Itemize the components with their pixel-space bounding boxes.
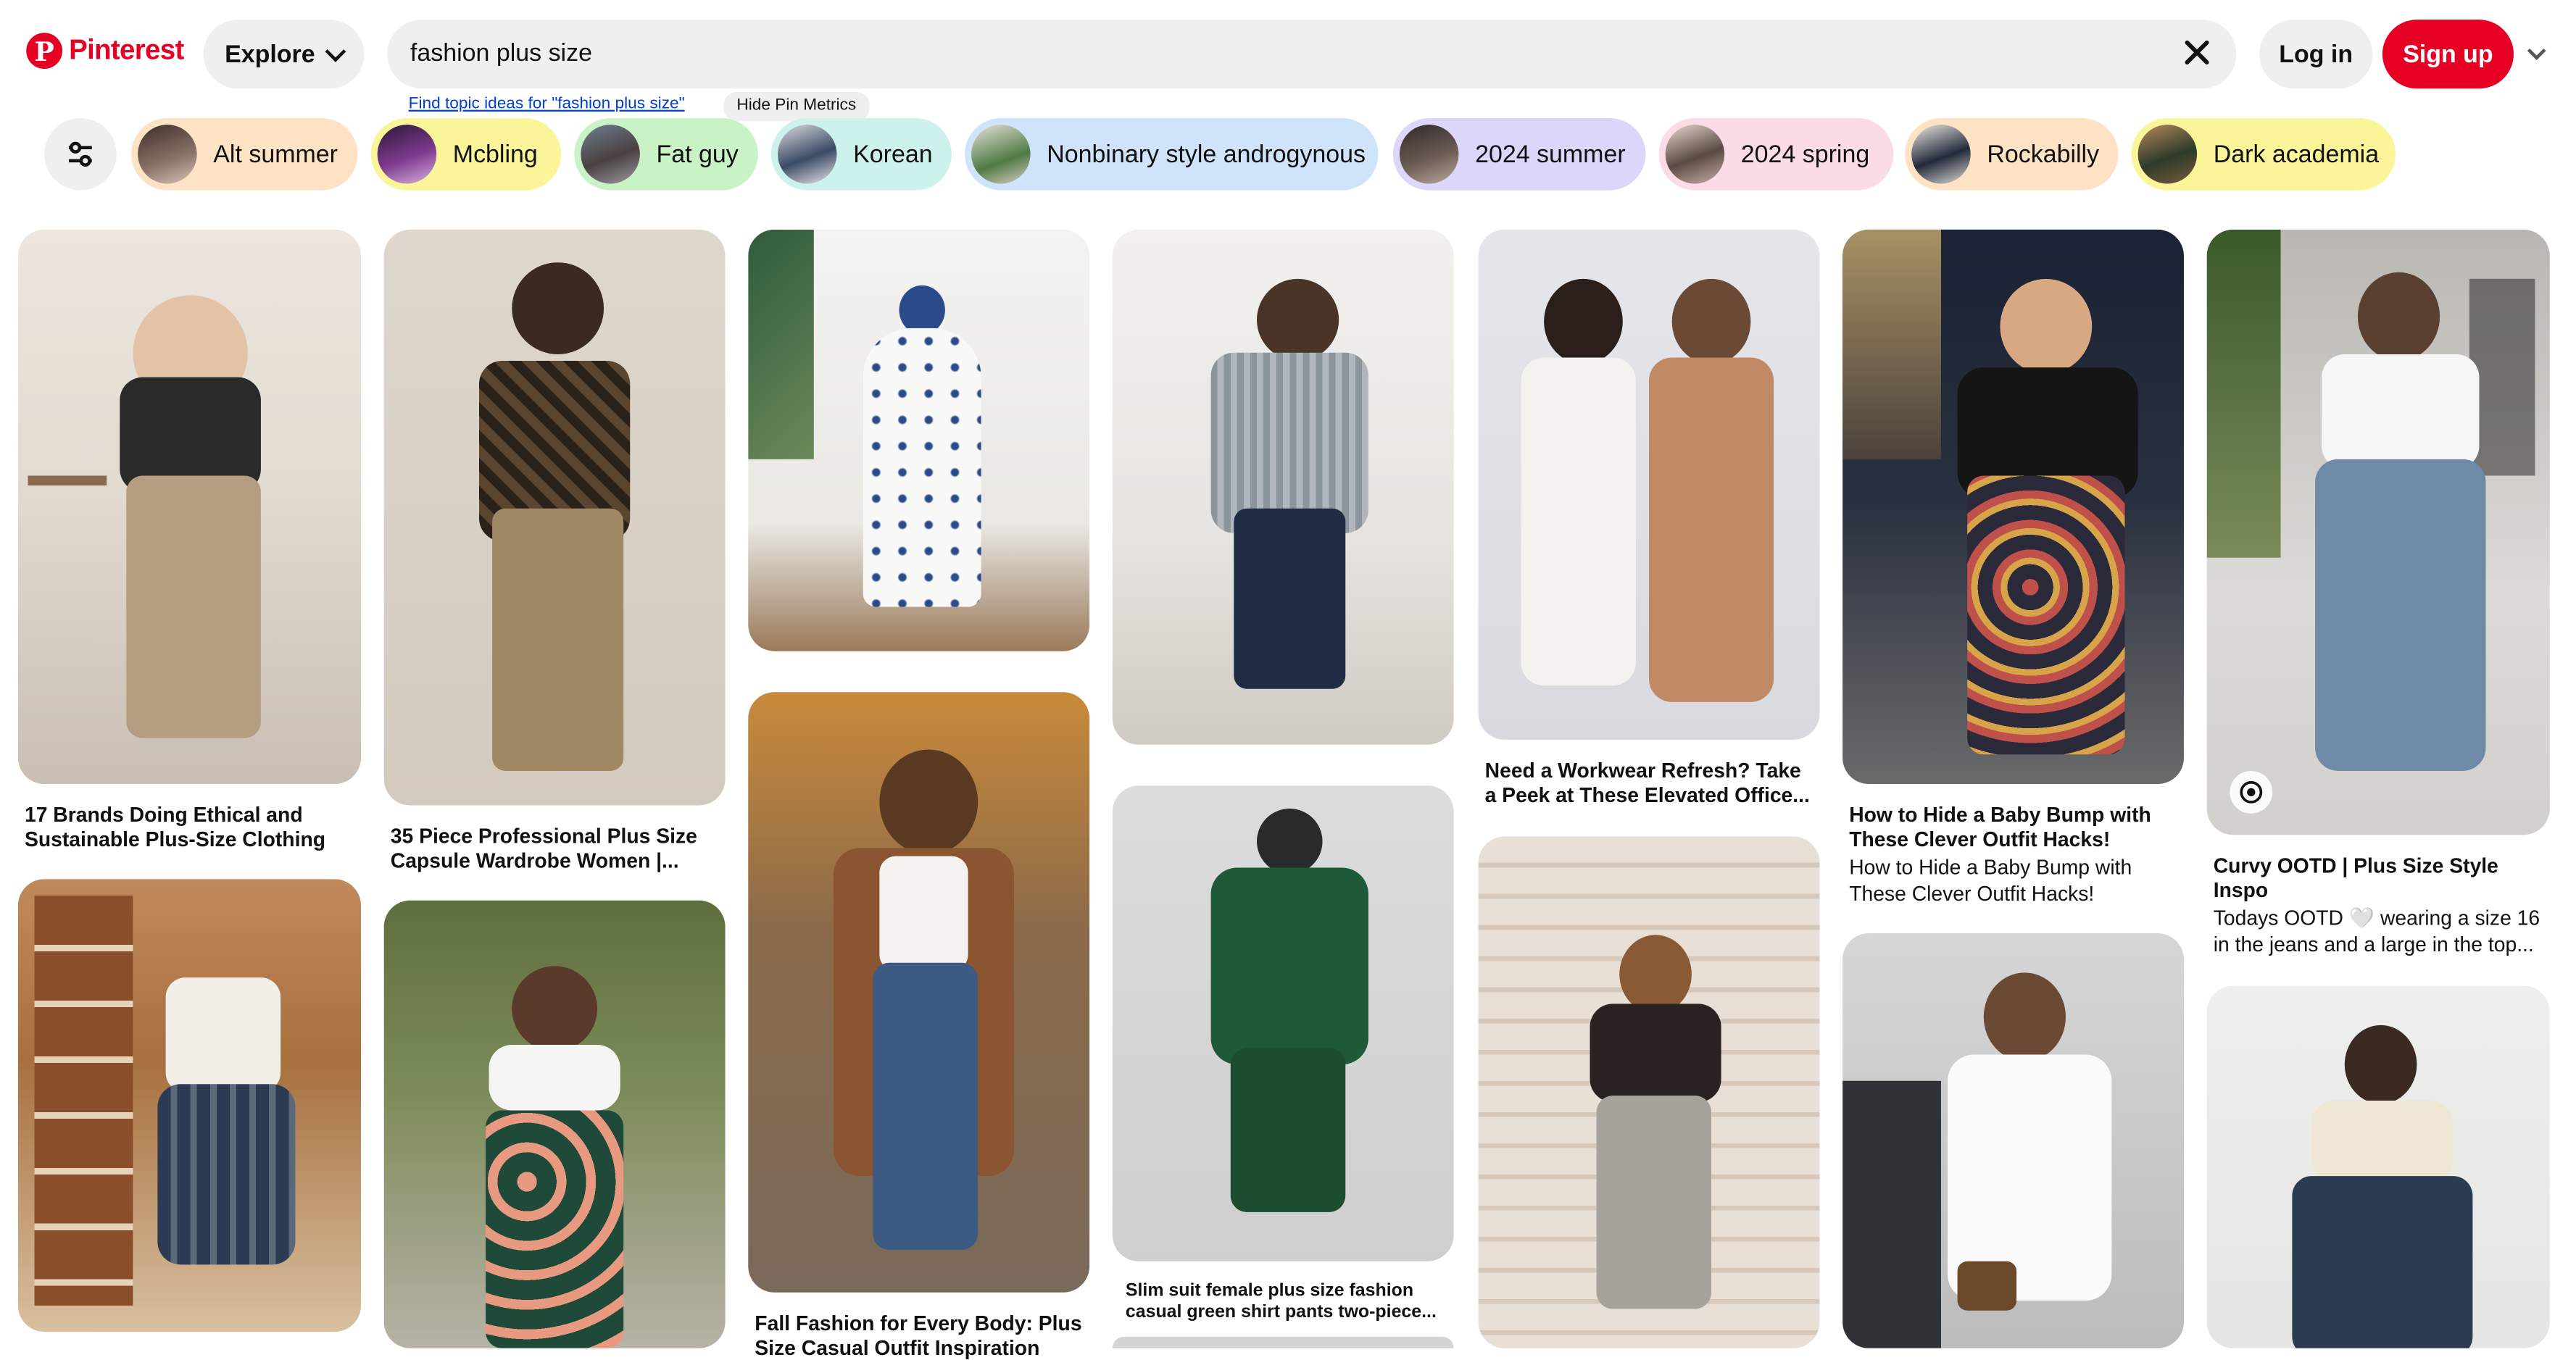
pin-image[interactable] [1842, 933, 2184, 1348]
chip-thumbnail [138, 125, 197, 184]
chip-alt-summer[interactable]: Alt summer [131, 117, 358, 191]
chip-thumbnail [377, 125, 437, 184]
filter-sliders-icon [69, 141, 92, 167]
chip-dark-academia[interactable]: Dark academia [2131, 117, 2396, 191]
pinterest-logo[interactable]: P Pinterest [26, 33, 184, 70]
topic-ideas-link[interactable]: Find topic ideas for "fashion plus size" [409, 95, 685, 113]
chip-label: Nonbinary style androgynous [1047, 140, 1366, 169]
pin-title[interactable]: Curvy OOTD | Plus Size Style Inspo [2214, 854, 2542, 902]
chip-thumbnail [777, 125, 837, 184]
hide-pin-metrics-button[interactable]: Hide Pin Metrics [723, 91, 870, 122]
pin-image[interactable] [748, 692, 1090, 1293]
chip-thumbnail [581, 125, 640, 184]
chevron-down-icon [325, 40, 346, 62]
explore-label: Explore [225, 40, 315, 68]
chip-thumbnail [1911, 125, 1971, 184]
chip-thumbnail [1399, 125, 1459, 184]
pin-image[interactable] [1478, 836, 1820, 1348]
login-button[interactable]: Log in [2259, 20, 2373, 89]
chip-label: Fat guy [656, 140, 739, 169]
pin-title[interactable]: Need a Workwear Refresh? Take a Peek at … [1485, 759, 1813, 807]
pin-title[interactable]: Fall Fashion for Every Body: Plus Size C… [755, 1312, 1083, 1360]
chip-label: Korean [853, 140, 933, 169]
chip-rockabilly[interactable]: Rockabilly [1905, 117, 2119, 191]
account-chevron-down-icon[interactable] [2527, 41, 2546, 60]
pin-title[interactable]: Slim suit female plus size fashion casua… [1126, 1281, 1454, 1324]
pin-image[interactable] [17, 879, 362, 1332]
lens-icon [2240, 780, 2263, 804]
signup-label: Sign up [2403, 40, 2493, 68]
pin-title[interactable]: How to Hide a Baby Bump with These Cleve… [1849, 804, 2177, 851]
pin-image[interactable] [1478, 229, 1820, 740]
chip-fat-guy[interactable]: Fat guy [574, 117, 758, 191]
search-input[interactable]: fashion plus size [410, 39, 592, 67]
pin-description: How to Hide a Baby Bump with These Cleve… [1849, 856, 2132, 905]
chip-thumbnail [2137, 125, 2198, 184]
pin-image[interactable] [748, 229, 1090, 651]
chip-label: 2024 spring [1740, 140, 1870, 169]
login-label: Log in [2279, 40, 2353, 68]
chip-korean[interactable]: Korean [770, 117, 952, 191]
chip-thumbnail [1665, 125, 1725, 184]
pinterest-logo-icon: P [26, 33, 63, 70]
pin-title[interactable]: 35 Piece Professional Plus Size Capsule … [391, 825, 719, 873]
clear-search-icon[interactable] [2180, 36, 2213, 69]
pin-image[interactable] [17, 229, 362, 785]
chip-2024-spring[interactable]: 2024 spring [1658, 117, 1894, 191]
chip-2024-summer[interactable]: 2024 summer [1392, 117, 1646, 191]
chip-label: Alt summer [213, 140, 338, 169]
chip-label: Dark academia [2213, 140, 2380, 169]
pin-image[interactable] [1112, 785, 1454, 1261]
visual-search-icon[interactable] [2230, 770, 2273, 814]
chip-label: Rockabilly [1987, 140, 2100, 169]
pin-image[interactable] [1112, 1336, 1454, 1348]
pin-image[interactable] [1842, 229, 2184, 785]
chip-label: 2024 summer [1475, 140, 1626, 169]
pin-title[interactable]: 17 Brands Doing Ethical and Sustainable … [25, 804, 353, 851]
chip-label: Mcbling [452, 140, 538, 169]
chip-thumbnail [971, 125, 1031, 184]
pin-image[interactable] [383, 900, 726, 1348]
chip-nonbinary-style-androgynous[interactable]: Nonbinary style androgynous [965, 117, 1379, 191]
pin-image[interactable] [383, 229, 726, 806]
signup-button[interactable]: Sign up [2382, 20, 2514, 89]
brand-name: Pinterest [69, 34, 184, 66]
pin-image[interactable] [2206, 229, 2550, 835]
filter-button[interactable] [44, 117, 117, 191]
pin-description: Todays OOTD 🤍 wearing a size 16 in the j… [2213, 906, 2540, 956]
pin-image[interactable] [1112, 229, 1454, 745]
pin-image[interactable] [2206, 985, 2550, 1348]
search-bar[interactable]: fashion plus size [387, 20, 2237, 89]
chip-mcbling[interactable]: Mcbling [370, 117, 562, 191]
explore-button[interactable]: Explore [203, 20, 365, 89]
